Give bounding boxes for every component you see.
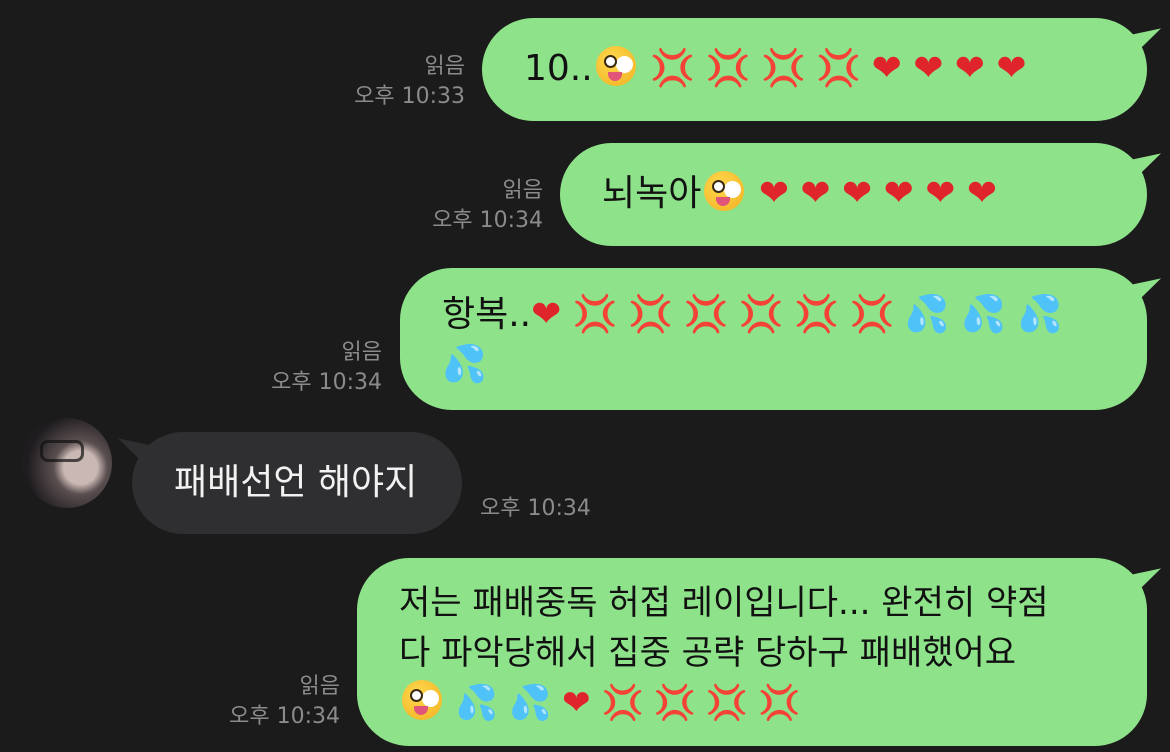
anger-emoji-icon: 💢 [838,294,895,335]
heart-emoji-icon: ❤ [531,294,562,335]
anger-emoji-icon: 💢 [590,683,643,723]
read-receipt: 읽음 [299,674,340,699]
zany-face-emoji-icon [595,46,636,86]
anger-emoji-icon: 💢 [749,48,806,89]
heart-emoji-icon: ❤ [913,173,956,214]
sent-message-bubble[interactable]: 항복..❤ 💢 💢 💢 💢 💢 💢 💦 💦 💦 💦 [400,268,1161,410]
sweat-droplets-emoji-icon: 💦 [442,344,487,385]
message-text-line: 다 파악당해서 집중 공략 당하구 패배했어요 [399,633,1017,673]
heart-emoji-icon: ❤ [830,173,873,214]
message-time: 오후 10:33 [354,84,465,109]
contact-avatar[interactable] [22,418,112,508]
message-text: 10.. [524,48,593,89]
sweat-droplets-emoji-icon: 💦 [893,294,950,335]
received-message-bubble[interactable]: 패배선언 해야지 [118,432,462,534]
anger-emoji-icon: 💢 [694,48,751,89]
read-receipt: 읽음 [424,54,465,79]
zany-face-emoji-icon [402,680,442,720]
anger-emoji-icon: 💢 [642,683,696,723]
heart-emoji-icon: ❤ [872,173,914,214]
sweat-droplets-emoji-icon: 💦 [498,683,552,723]
message-meta: 읽음 오후 10:34 [271,338,382,398]
anger-emoji-icon: 💢 [694,683,748,723]
anger-emoji-icon: 💢 [727,294,784,335]
sent-message-bubble[interactable]: 뇌녹아 ❤ ❤ ❤ ❤ ❤ ❤ [560,143,1161,246]
anger-emoji-icon: 💢 [747,683,800,723]
heart-emoji-icon: ❤ [901,48,944,89]
anger-emoji-icon: 💢 [782,294,839,335]
bubble-tail [1127,28,1161,62]
anger-emoji-icon: 💢 [561,294,618,335]
heart-emoji-icon: ❤ [984,48,1027,89]
message-text: 뇌녹아 [602,173,702,214]
anger-emoji-icon: 💢 [638,48,695,89]
message-time: 오후 10:34 [480,496,591,521]
message-text: 패배선언 해야지 [174,462,418,503]
message-emoji-line: 💦 💦 ❤ 💢 💢 💢 💢 [399,678,1147,728]
anger-emoji-icon: 💢 [616,294,673,335]
bubble-tail [1127,568,1161,602]
read-receipt: 읽음 [502,178,543,203]
message-time: 오후 10:34 [229,704,340,729]
message-meta: 읽음 오후 10:34 [432,176,543,236]
read-receipt: 읽음 [341,340,382,365]
anger-emoji-icon: 💢 [672,294,729,335]
sweat-droplets-emoji-icon: 💦 [1006,294,1063,335]
sent-message-bubble[interactable]: 10.. 💢 💢 💢 💢 ❤ ❤ ❤ ❤ [482,18,1161,121]
heart-emoji-icon: ❤ [551,683,591,723]
anger-emoji-icon: 💢 [804,48,861,89]
message-text-line: 저는 패배중독 허접 레이입니다... 완전히 약점 [399,583,1049,623]
bubble-tail [1127,153,1161,187]
sweat-droplets-emoji-icon: 💦 [445,683,499,723]
heart-emoji-icon: ❤ [788,173,831,214]
message-time: 오후 10:34 [432,208,543,233]
message-time: 오후 10:34 [271,370,382,395]
message-text: 항복.. [442,294,532,335]
heart-emoji-icon: ❤ [955,173,998,214]
sent-message-bubble[interactable]: 저는 패배중독 허접 레이입니다... 완전히 약점 다 파악당해서 집중 공략… [357,558,1161,746]
sweat-droplets-emoji-icon: 💦 [949,294,1007,335]
heart-emoji-icon: ❤ [943,48,985,89]
zany-face-emoji-icon [704,171,745,211]
message-meta: 읽음 오후 10:34 [229,672,340,732]
message-meta: 읽음 오후 10:33 [354,52,465,112]
heart-emoji-icon: ❤ [860,48,902,89]
bubble-tail [118,438,152,472]
heart-emoji-icon: ❤ [747,173,789,214]
bubble-tail [1127,278,1161,312]
